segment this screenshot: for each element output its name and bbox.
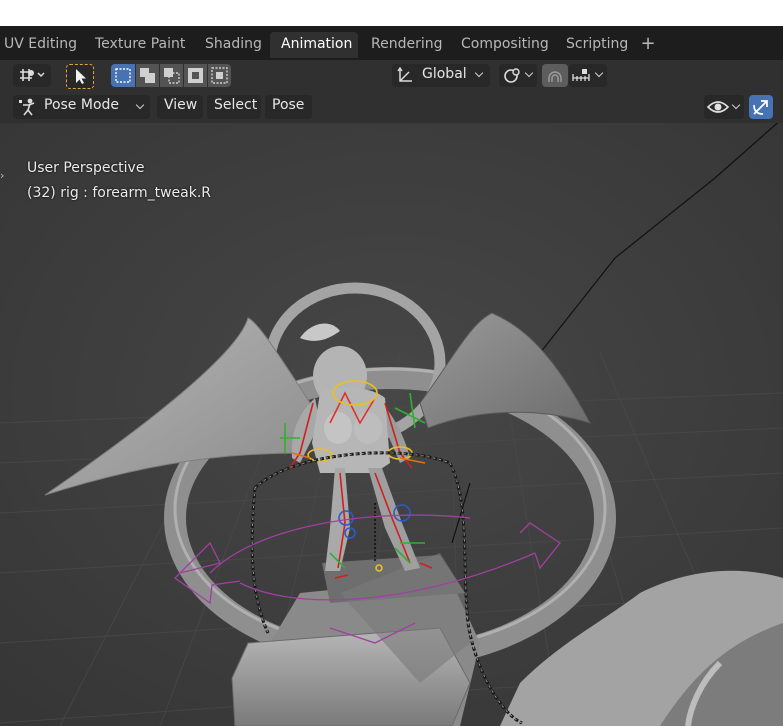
chevron-down-icon	[731, 100, 741, 110]
select-mode-difference-icon	[188, 68, 203, 83]
viewport-header: Pose Mode View Select Pose	[0, 93, 783, 123]
viewport-scene	[0, 123, 783, 726]
select-mode-intersect-button[interactable]	[208, 64, 231, 87]
3d-viewport[interactable]: User Perspective (32) rig : forearm_twea…	[0, 123, 783, 726]
pose-menu-label: Pose	[272, 97, 305, 113]
select-tool-icon	[76, 69, 86, 84]
pivot-icon	[504, 68, 520, 83]
active-object-label: (32) rig : forearm_tweak.R	[27, 185, 212, 201]
orientation-label: Global	[422, 66, 467, 82]
snap-increment-icon	[572, 69, 590, 81]
mode-dropdown[interactable]: Pose Mode	[13, 95, 150, 119]
gizmo-icon	[753, 100, 768, 115]
select-mode-difference-button[interactable]	[184, 64, 207, 87]
select-mode-intersect-icon	[211, 67, 228, 84]
add-workspace-button[interactable]: +	[637, 32, 659, 58]
select-menu-label: Select	[214, 97, 258, 113]
select-mode-extend-button[interactable]	[136, 64, 159, 87]
transform-pivot-button[interactable]	[13, 64, 51, 87]
tab-rendering[interactable]: Rendering	[360, 32, 454, 58]
select-tool-button[interactable]	[66, 64, 94, 89]
view-menu-label: View	[164, 97, 198, 113]
chevron-down-icon	[474, 68, 484, 78]
pivot-point-dropdown[interactable]	[499, 64, 537, 87]
workspace-tabs: UV Editing Texture Paint Shading Animati…	[0, 26, 783, 60]
transform-pivot-icon	[20, 69, 45, 81]
transform-orientation-dropdown[interactable]: Global	[392, 64, 490, 87]
snap-target-dropdown[interactable]	[569, 64, 607, 87]
visibility-dropdown[interactable]	[704, 95, 744, 119]
select-mode-set-button[interactable]	[111, 64, 135, 87]
snap-toggle[interactable]	[542, 64, 568, 87]
pose-mode-icon	[19, 98, 35, 116]
tab-texture-paint[interactable]: Texture Paint	[84, 32, 196, 58]
tab-shading[interactable]: Shading	[194, 32, 273, 58]
mode-label: Pose Mode	[44, 97, 120, 113]
select-mode-extend-icon	[140, 68, 155, 83]
chevron-down-icon	[135, 100, 145, 110]
tab-uv-editing[interactable]: UV Editing	[0, 32, 88, 58]
select-menu[interactable]: Select	[207, 95, 261, 119]
blender-window: UV Editing Texture Paint Shading Animati…	[0, 26, 783, 726]
pose-menu[interactable]: Pose	[265, 95, 312, 119]
sidebar-expand-arrow[interactable]: ›	[0, 167, 10, 185]
orientation-icon	[397, 66, 412, 82]
snap-icon	[548, 71, 562, 82]
tool-settings-bar: Global	[0, 60, 783, 93]
tab-compositing[interactable]: Compositing	[450, 32, 560, 58]
view-name-label: User Perspective	[27, 160, 145, 176]
select-mode-subtract-button[interactable]	[160, 64, 183, 87]
gizmo-toggle[interactable]	[749, 95, 773, 119]
tab-scripting[interactable]: Scripting	[555, 32, 639, 58]
select-mode-set-icon	[115, 68, 131, 83]
tab-animation[interactable]: Animation	[270, 32, 358, 58]
visibility-icon	[706, 101, 730, 113]
select-mode-subtract-icon	[164, 68, 180, 84]
chevron-down-icon	[524, 68, 534, 78]
chevron-down-icon	[594, 68, 604, 78]
view-menu[interactable]: View	[157, 95, 203, 119]
